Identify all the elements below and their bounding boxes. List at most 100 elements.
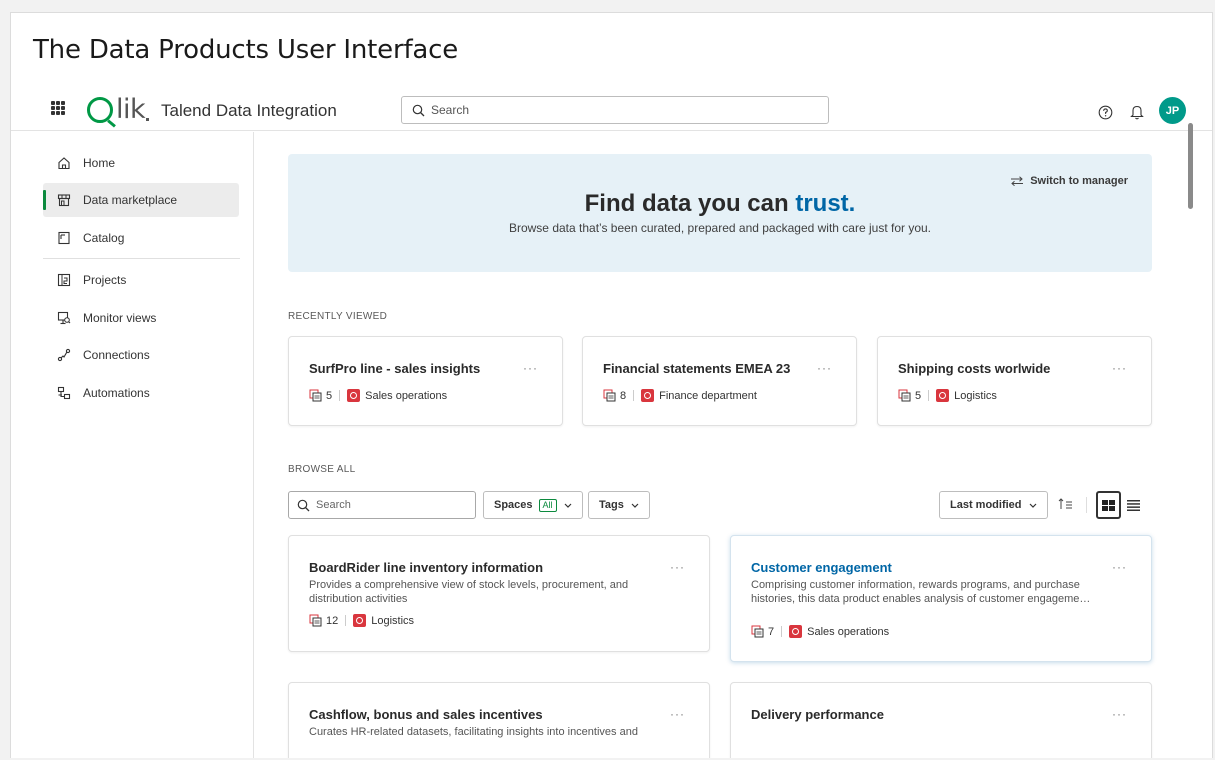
toolbar-divider — [1086, 497, 1087, 513]
space-name: Logistics — [954, 389, 997, 402]
meta-divider — [781, 626, 783, 637]
filter-bar: Spaces All Tags Last modified — [288, 491, 1152, 519]
hero-title-text: Find data you can — [584, 190, 796, 217]
card-meta: 5 Logistics — [898, 389, 997, 402]
sort-dropdown[interactable]: Last modified — [939, 491, 1048, 519]
sidebar-item-automations[interactable]: Automations — [43, 376, 239, 410]
meta-divider — [339, 390, 341, 401]
datasets-icon — [603, 389, 616, 402]
sidebar-item-label: Connections — [83, 348, 150, 362]
dataset-count: 8 — [620, 389, 627, 402]
sort-dropdown-label: Last modified — [950, 499, 1022, 511]
global-search-input[interactable] — [431, 103, 811, 117]
sidebar-item-monitor-views[interactable]: Monitor views — [43, 301, 239, 335]
sidebar-item-label: Home — [83, 156, 116, 170]
recent-card[interactable]: Shipping costs worlwide ··· 5 Logistics — [877, 336, 1152, 426]
document-title: The Data Products User Interface — [33, 35, 459, 65]
grid-view-button[interactable] — [1096, 491, 1121, 519]
user-avatar[interactable]: JP — [1159, 97, 1186, 124]
datasets-icon — [309, 389, 322, 402]
projects-icon — [57, 273, 71, 287]
more-options-icon[interactable]: ··· — [523, 361, 538, 375]
data-product-card[interactable]: Cashflow, bonus and sales incentives ···… — [288, 682, 710, 758]
chevron-down-icon — [1029, 503, 1036, 508]
hero-title-accent: trust. — [795, 190, 856, 217]
list-view-button[interactable] — [1121, 491, 1146, 519]
hero-banner: Switch to manager Find data you can trus… — [288, 154, 1152, 272]
switch-to-manager-link[interactable]: Switch to manager — [1010, 175, 1128, 187]
chevron-down-icon — [631, 503, 639, 508]
recent-card[interactable]: SurfPro line - sales insights ··· 5 Sale… — [288, 336, 563, 426]
search-icon — [297, 499, 310, 511]
space-name: Logistics — [371, 614, 415, 627]
sidebar-item-label: Catalog — [83, 231, 125, 245]
space-name: Sales operations — [365, 389, 448, 402]
more-options-icon[interactable]: ··· — [670, 707, 685, 721]
card-title: Shipping costs worlwide — [898, 361, 1051, 376]
monitor-icon — [57, 311, 71, 325]
space-icon — [789, 625, 803, 638]
card-meta: 8 Finance department — [603, 389, 757, 402]
switch-to-manager-label: Switch to manager — [1030, 175, 1128, 187]
datasets-icon — [898, 389, 911, 402]
card-meta: 7 Sales operations — [751, 625, 889, 638]
scrollbar-thumb[interactable] — [1188, 123, 1193, 209]
dataset-count: 5 — [915, 389, 922, 402]
meta-divider — [633, 390, 635, 401]
sidebar-item-catalog[interactable]: Catalog — [43, 221, 239, 255]
more-options-icon[interactable]: ··· — [1112, 361, 1127, 375]
sidebar-item-home[interactable]: Home — [43, 146, 239, 180]
catalog-icon — [58, 231, 70, 245]
spaces-dropdown[interactable]: Spaces All — [483, 491, 583, 519]
space-icon — [936, 389, 950, 402]
sidebar-divider — [43, 258, 240, 259]
recent-card[interactable]: Financial statements EMEA 23 ··· 8 Finan… — [582, 336, 857, 426]
card-description: Comprising customer information, rewards… — [751, 579, 1091, 605]
more-options-icon[interactable]: ··· — [670, 560, 685, 574]
store-icon — [57, 194, 71, 207]
more-options-icon[interactable]: ··· — [1112, 560, 1127, 574]
spaces-all-badge: All — [538, 498, 557, 512]
datasets-icon — [751, 625, 764, 638]
card-title: Delivery performance — [751, 707, 884, 722]
browse-search-input[interactable] — [316, 499, 466, 511]
grid-view-icon — [1102, 499, 1115, 511]
help-icon[interactable] — [1098, 105, 1113, 120]
window-frame: The Data Products User Interface lik Tal… — [10, 12, 1213, 758]
card-description: Provides a comprehensive view of stock l… — [309, 579, 629, 605]
more-options-icon[interactable]: ··· — [817, 361, 832, 375]
meta-divider — [928, 390, 930, 401]
sidebar-item-label: Data marketplace — [83, 193, 178, 207]
automations-icon — [57, 386, 71, 400]
top-bar: lik Talend Data Integration JP — [11, 83, 1212, 131]
tags-dropdown[interactable]: Tags — [588, 491, 650, 519]
hero-title: Find data you can trust. — [288, 190, 1152, 218]
list-view-icon — [1127, 499, 1140, 511]
app-launcher-icon[interactable] — [51, 101, 65, 115]
notifications-bell-icon[interactable] — [1130, 104, 1144, 120]
hero-subtitle: Browse data that’s been curated, prepare… — [508, 221, 932, 235]
space-icon — [353, 614, 367, 627]
tags-dropdown-label: Tags — [599, 499, 624, 511]
recently-viewed-heading: RECENTLY VIEWED — [288, 311, 388, 322]
space-name: Finance department — [659, 389, 757, 402]
sidebar-item-label: Automations — [83, 386, 150, 400]
app-name: Talend Data Integration — [161, 101, 337, 120]
connections-icon — [57, 348, 71, 362]
sidebar-item-data-marketplace[interactable]: Data marketplace — [43, 183, 239, 217]
data-product-card[interactable]: Delivery performance ··· — [730, 682, 1152, 758]
data-product-card[interactable]: Customer engagement ··· Comprising custo… — [730, 535, 1152, 662]
browse-search[interactable] — [288, 491, 476, 519]
data-product-card[interactable]: BoardRider line inventory information ··… — [288, 535, 710, 652]
sort-order-icon[interactable] — [1058, 497, 1074, 511]
card-title[interactable]: Customer engagement — [751, 560, 892, 575]
sidebar: Home Data marketplace Catalog Projects M… — [31, 132, 254, 758]
qlik-logo[interactable]: lik — [87, 91, 150, 123]
global-search[interactable] — [401, 96, 829, 124]
view-toggle — [1096, 491, 1146, 519]
sidebar-item-projects[interactable]: Projects — [43, 263, 239, 297]
sidebar-item-connections[interactable]: Connections — [43, 338, 239, 372]
space-icon — [347, 389, 361, 402]
more-options-icon[interactable]: ··· — [1112, 707, 1127, 721]
sidebar-item-label: Monitor views — [83, 311, 157, 325]
